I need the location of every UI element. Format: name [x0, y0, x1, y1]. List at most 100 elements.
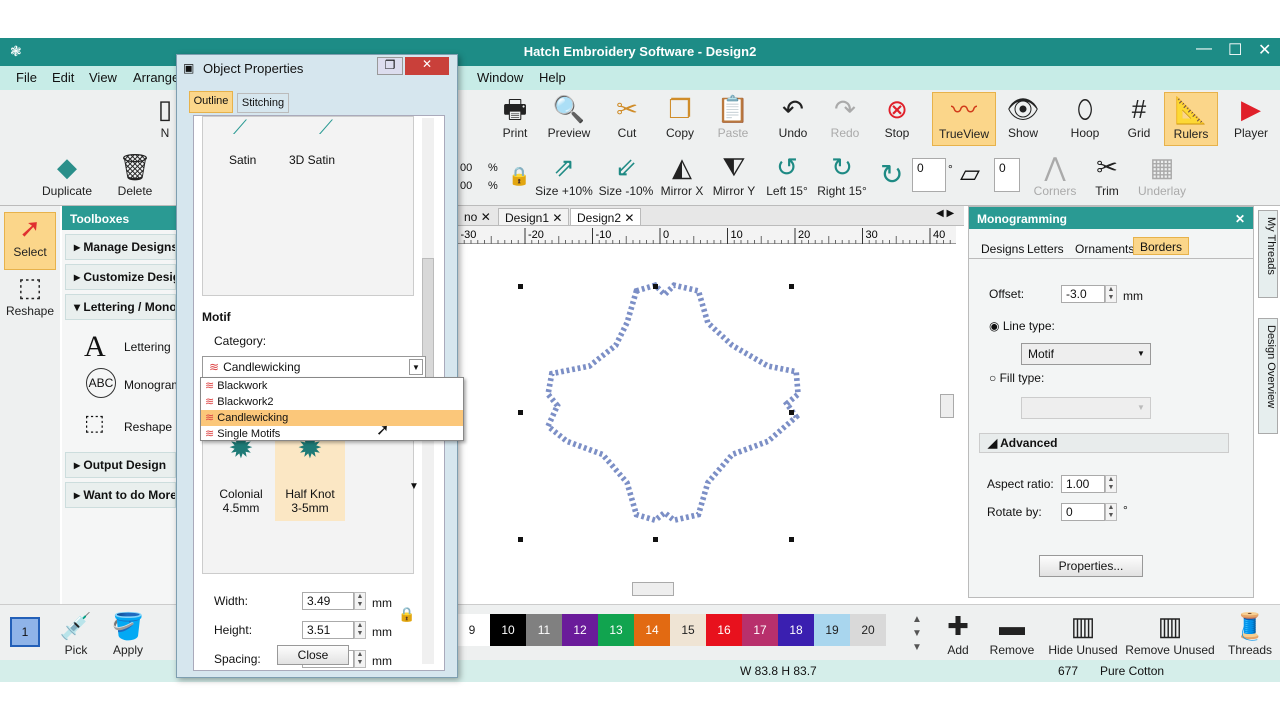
toolbox-customize-design[interactable]: ▸ Customize Design — [65, 264, 176, 290]
skew-angle-input[interactable]: 0 — [994, 158, 1020, 192]
height-input[interactable]: 3.51 — [302, 621, 354, 639]
fill-type-radio[interactable]: ○ Fill type: — [989, 371, 1044, 385]
scale-width-value[interactable]: 00 — [460, 162, 472, 174]
menu-window[interactable]: Window — [477, 70, 523, 85]
select-tool[interactable]: ➚ Select — [4, 212, 56, 270]
close-window-icon[interactable]: ✕ — [1258, 40, 1271, 60]
maximize-icon[interactable]: ☐ — [1228, 40, 1242, 60]
3d-satin-option[interactable]: 3D Satin — [289, 153, 335, 167]
remove-color-button[interactable]: ▬ Remove — [986, 611, 1038, 657]
my-threads-tab[interactable]: My Threads — [1258, 210, 1278, 298]
threads-button[interactable]: 🧵 Threads — [1226, 611, 1274, 657]
color-swatch-19[interactable]: 19 — [814, 614, 850, 646]
aspect-spinner[interactable]: ▲ ▼ — [1105, 475, 1117, 493]
motif-border-design[interactable] — [456, 244, 940, 584]
print-button[interactable]: 🖶 Print — [490, 94, 540, 140]
toolbox-output-design[interactable]: ▸ Output Design — [65, 452, 176, 478]
design-canvas[interactable] — [456, 244, 954, 596]
tab-stitching[interactable]: Stitching — [237, 93, 289, 113]
fill-type-select[interactable]: ▼ — [1021, 397, 1151, 419]
offset-input[interactable]: -3.0 — [1061, 285, 1105, 303]
rotate-angle-input[interactable]: 0 — [912, 158, 946, 192]
line-type-radio[interactable]: ◉ Line type: — [989, 319, 1055, 333]
current-color-swatch[interactable]: 1 — [10, 617, 40, 647]
color-swatch-13[interactable]: 13 — [598, 614, 634, 646]
color-swatch-18[interactable]: 18 — [778, 614, 814, 646]
lettering-item[interactable]: Lettering — [124, 340, 171, 354]
toolbox-manage-designs[interactable]: ▸ Manage Designs — [65, 234, 176, 260]
menu-help[interactable]: Help — [539, 70, 566, 85]
toolbox-want-more[interactable]: ▸ Want to do More — [65, 482, 176, 508]
rotate-left-button[interactable]: ↺ Left 15° — [762, 152, 812, 198]
tab-untitled[interactable]: no ✕ — [458, 208, 497, 226]
copy-button[interactable]: ❐ Copy — [655, 94, 705, 140]
delete-button[interactable]: 🗑 Delete — [112, 152, 158, 198]
dropdown-option[interactable]: ≋ Candlewicking — [201, 410, 463, 426]
hoop-button[interactable]: ⬯ Hoop — [1060, 94, 1110, 140]
scale-height-value[interactable]: 00 — [460, 180, 472, 192]
rotate-right-button[interactable]: ↻ Right 15° — [815, 152, 869, 198]
tab-design2[interactable]: Design2 ✕ — [570, 208, 642, 226]
skew-icon[interactable]: ▱ — [960, 158, 980, 189]
color-swatch-12[interactable]: 12 — [562, 614, 598, 646]
horizontal-scroll-thumb[interactable] — [632, 582, 674, 596]
dialog-close-icon[interactable]: ✕ — [405, 57, 449, 75]
offset-spinner[interactable]: ▲ ▼ — [1105, 285, 1117, 303]
mirror-x-button[interactable]: ◭ Mirror X — [656, 152, 708, 198]
show-button[interactable]: 👁 Show — [998, 94, 1048, 140]
tab-borders[interactable]: Borders — [1133, 237, 1190, 255]
spacing-spinner[interactable]: ▲ ▼ — [354, 650, 366, 668]
apply-button[interactable]: 🪣 Apply — [108, 611, 148, 657]
rulers-button[interactable]: 📐 Rulers — [1164, 92, 1218, 146]
color-swatch-10[interactable]: 10 — [490, 614, 526, 646]
monogramming-item[interactable]: Monogramming — [124, 378, 176, 392]
half-knot-motif[interactable]: ✹ Half Knot 3-5mm — [275, 431, 345, 521]
rotate-spinner[interactable]: ▲ ▼ — [1105, 503, 1117, 521]
preview-button[interactable]: 🔍 Preview — [542, 94, 596, 140]
stop-button[interactable]: ⊗ Stop — [872, 94, 922, 140]
menu-edit[interactable]: Edit — [52, 70, 74, 85]
pick-button[interactable]: 💉 Pick — [56, 611, 96, 657]
trueview-button[interactable]: 〰 TrueView — [932, 92, 996, 146]
undo-button[interactable]: ↶ Undo — [768, 94, 818, 140]
swatch-scroll[interactable]: ▲ ▼ ▼ — [912, 613, 922, 655]
size-plus-button[interactable]: ⇗ Size +10% — [534, 152, 594, 198]
size-minus-button[interactable]: ⇙ Size -10% — [596, 152, 656, 198]
menu-file[interactable]: File — [16, 70, 37, 85]
proportion-lock-icon[interactable]: 🔒 — [398, 606, 415, 623]
advanced-section[interactable]: ◢ Advanced — [979, 433, 1229, 453]
aspect-ratio-input[interactable]: 1.00 — [1061, 475, 1105, 493]
gallery-scroll-icon[interactable]: ▼ — [409, 481, 419, 492]
color-swatch-16[interactable]: 16 — [706, 614, 742, 646]
reshape-tool[interactable]: ⬚ Reshape — [4, 272, 56, 322]
tab-scroll-icon[interactable]: ◀ ▶ — [936, 208, 954, 219]
close-tab-icon[interactable]: ✕ — [552, 211, 562, 225]
lock-icon[interactable]: 🔒 — [508, 166, 530, 187]
player-button[interactable]: ▶ Player — [1226, 94, 1276, 140]
menu-arrange[interactable]: Arrange — [133, 70, 179, 85]
underlay-button[interactable]: ▦ Underlay — [1134, 152, 1190, 198]
menu-view[interactable]: View — [89, 70, 117, 85]
color-swatch-17[interactable]: 17 — [742, 614, 778, 646]
close-panel-icon[interactable]: ✕ — [1235, 212, 1245, 226]
restore-icon[interactable]: ❐ — [377, 57, 403, 75]
tab-outline[interactable]: Outline — [189, 91, 233, 113]
colonial-motif[interactable]: Colonial 4.5mm — [209, 487, 273, 515]
add-color-button[interactable]: ✚ Add — [938, 611, 978, 657]
properties-button[interactable]: Properties... — [1039, 555, 1143, 577]
satin-option[interactable]: Satin — [229, 153, 256, 167]
close-tab-icon[interactable]: ✕ — [481, 210, 491, 224]
tab-letters[interactable]: Letters — [1021, 240, 1070, 258]
remove-unused-button[interactable]: ▥ Remove Unused — [1124, 611, 1216, 657]
tab-design1[interactable]: Design1 ✕ — [498, 208, 570, 226]
width-spinner[interactable]: ▲ ▼ — [354, 592, 366, 610]
close-button[interactable]: Close — [277, 645, 349, 665]
tab-ornaments[interactable]: Ornaments — [1069, 240, 1140, 258]
color-swatch-11[interactable]: 11 — [526, 614, 562, 646]
line-type-select[interactable]: Motif ▼ — [1021, 343, 1151, 365]
color-swatch-14[interactable]: 14 — [634, 614, 670, 646]
dropdown-option[interactable]: ≋ Blackwork2 — [201, 394, 463, 410]
selection-handles[interactable] — [518, 284, 794, 542]
minimize-icon[interactable]: — — [1196, 40, 1212, 58]
design-overview-tab[interactable]: Design Overview — [1258, 318, 1278, 434]
